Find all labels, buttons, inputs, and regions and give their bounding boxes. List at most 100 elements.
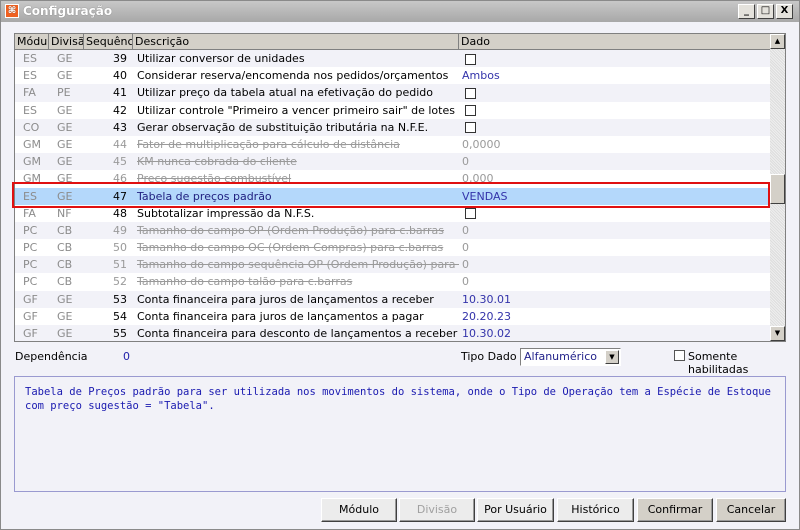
sequencia-cell: 54 bbox=[113, 309, 127, 323]
divisao-cell: GE bbox=[57, 137, 73, 151]
modulo-cell: FA bbox=[23, 206, 36, 220]
dado-cell[interactable] bbox=[459, 50, 771, 67]
table-row[interactable]: PC CB 52 Tamanho do campo talão para c.barr… bbox=[15, 273, 785, 290]
descricao-cell: Utilizar preço da tabela atual na efetiv… bbox=[137, 86, 433, 100]
dado-cell[interactable]: 0 bbox=[459, 273, 771, 290]
somente-habilitadas-checkbox[interactable] bbox=[674, 350, 685, 361]
dado-cell[interactable]: 10.30.02 bbox=[459, 325, 771, 341]
dado-cell[interactable] bbox=[459, 205, 771, 222]
dado-cell[interactable]: 0 bbox=[459, 256, 771, 273]
divisao-cell: CB bbox=[57, 275, 73, 289]
description-memo[interactable]: Tabela de Preços padrão para ser utiliza… bbox=[14, 376, 786, 492]
table-row[interactable]: ES GE 47 Tabela de preços padrão VENDAS bbox=[15, 187, 785, 205]
modulo-cell: ES bbox=[23, 69, 37, 83]
table-row[interactable]: GF GE 53 Conta financeira para juros de lan… bbox=[15, 290, 785, 308]
confirmar-button[interactable]: Confirmar bbox=[637, 498, 713, 522]
dado-cell[interactable]: 20.20.23 bbox=[459, 308, 771, 325]
dado-checkbox[interactable] bbox=[465, 105, 476, 117]
dado-cell[interactable] bbox=[459, 102, 771, 119]
dado-checkbox[interactable] bbox=[465, 87, 476, 99]
dado-checkbox[interactable] bbox=[465, 122, 476, 134]
cancelar-button[interactable]: Cancelar bbox=[716, 498, 786, 522]
descricao-cell: Tamanho do campo OC (Ordem Compras) para… bbox=[137, 241, 444, 255]
divisao-cell: GE bbox=[57, 52, 73, 65]
divisao-cell: GE bbox=[57, 69, 73, 83]
descricao-cell: Fator de multiplicação para cálculo de d… bbox=[137, 137, 400, 151]
sequencia-cell: 49 bbox=[113, 223, 127, 237]
close-button[interactable]: X bbox=[776, 4, 793, 19]
col-modulo[interactable]: Módulo bbox=[15, 34, 49, 49]
chevron-down-icon[interactable]: ▼ bbox=[605, 350, 619, 364]
table-row[interactable]: CO GE 43 Gerar observação de substituição t… bbox=[15, 118, 785, 136]
modulo-cell: GF bbox=[23, 292, 38, 306]
table-row[interactable]: PC CB 51 Tamanho do campo sequência OP (Ord… bbox=[15, 256, 785, 274]
sequencia-cell: 43 bbox=[113, 120, 127, 134]
dado-cell[interactable]: 0 bbox=[459, 153, 771, 170]
col-sequencia[interactable]: Sequência bbox=[84, 34, 133, 49]
modulo-button[interactable]: Módulo bbox=[321, 498, 397, 522]
modulo-cell: PC bbox=[23, 258, 38, 272]
table-row[interactable]: GF GE 54 Conta financeira para juros de lan… bbox=[15, 308, 785, 325]
minimize-button[interactable]: _ bbox=[738, 4, 755, 19]
divisao-cell: GE bbox=[57, 292, 73, 306]
modulo-cell: GM bbox=[23, 155, 42, 169]
modulo-cell: CO bbox=[23, 120, 40, 134]
modulo-cell: GM bbox=[23, 137, 42, 151]
divisao-button[interactable]: Divisão bbox=[399, 498, 475, 522]
dado-checkbox[interactable] bbox=[465, 208, 476, 220]
table-row[interactable]: GM GE 46 Preço sugestão combustível 0,000 bbox=[15, 170, 785, 187]
table-row[interactable]: FA PE 41 Utilizar preço da tabela atual na … bbox=[15, 84, 785, 102]
modulo-cell: ES bbox=[23, 189, 37, 203]
dado-checkbox[interactable] bbox=[465, 53, 476, 65]
dado-cell[interactable]: 0,0000 bbox=[459, 136, 771, 153]
sequencia-cell: 51 bbox=[113, 258, 127, 272]
tipo-dado-select[interactable]: Alfanumérico ▼ bbox=[520, 348, 621, 366]
por-usuario-button[interactable]: Por Usuário bbox=[477, 498, 554, 522]
window-title: Configuração bbox=[23, 4, 113, 18]
dependencia-value: 0 bbox=[123, 350, 130, 363]
configuracao-window: ⌘ Configuração _ □ X Módulo Divisão Sequ… bbox=[0, 0, 800, 530]
somente-habilitadas-label[interactable]: Somente habilitadas bbox=[688, 350, 799, 376]
vertical-scrollbar[interactable]: ▲ ▼ bbox=[770, 34, 785, 341]
table-row[interactable]: ES GE 42 Utilizar controle "Primeiro a venc… bbox=[15, 102, 785, 119]
table-row[interactable]: GF GE 55 Conta financeira para desconto de … bbox=[15, 325, 785, 341]
dado-cell[interactable]: 0 bbox=[459, 239, 771, 256]
sequencia-cell: 48 bbox=[113, 206, 127, 220]
dado-cell[interactable]: VENDAS bbox=[459, 188, 771, 205]
tipo-dado-value: Alfanumérico bbox=[524, 350, 597, 363]
dado-cell[interactable] bbox=[459, 119, 771, 136]
dado-cell[interactable]: 0 bbox=[459, 222, 771, 239]
table-row[interactable]: ES GE 39 Utilizar conversor de unidades bbox=[15, 50, 785, 68]
table-row[interactable]: GM GE 44 Fator de multiplicação para cálcul… bbox=[15, 136, 785, 153]
table-row[interactable]: FA NF 48 Subtotalizar impressão da N.F.S. bbox=[15, 205, 785, 222]
table-row[interactable]: PC CB 50 Tamanho do campo OC (Ordem Compras… bbox=[15, 239, 785, 256]
table-row[interactable]: ES GE 40 Considerar reserva/encomenda nos p… bbox=[15, 67, 785, 84]
descricao-cell: Conta financeira para juros de lançament… bbox=[137, 292, 434, 306]
app-icon: ⌘ bbox=[5, 4, 19, 18]
descricao-cell: Tamanho do campo OP (Ordem Produção) par… bbox=[137, 223, 445, 237]
modulo-cell: ES bbox=[23, 103, 37, 117]
historico-button[interactable]: Histórico bbox=[557, 498, 634, 522]
col-descricao[interactable]: Descrição bbox=[133, 34, 459, 49]
dado-cell[interactable]: 10.30.01 bbox=[459, 291, 771, 308]
modulo-cell: PC bbox=[23, 223, 38, 237]
col-dado[interactable]: Dado bbox=[459, 34, 771, 49]
modulo-cell: FA bbox=[23, 86, 36, 100]
table-row[interactable]: PC CB 49 Tamanho do campo OP (Ordem Produçã… bbox=[15, 221, 785, 240]
config-grid: Módulo Divisão Sequência Descrição Dado … bbox=[14, 33, 786, 342]
col-divisao[interactable]: Divisão bbox=[49, 34, 84, 49]
maximize-button[interactable]: □ bbox=[757, 4, 774, 19]
table-row[interactable]: GM GE 45 KM nunca cobrada do cliente 0 bbox=[15, 153, 785, 171]
dado-cell[interactable]: Ambos bbox=[459, 67, 771, 84]
dado-cell[interactable] bbox=[459, 84, 771, 101]
descricao-cell: Subtotalizar impressão da N.F.S. bbox=[137, 206, 315, 220]
scroll-down-button[interactable]: ▼ bbox=[770, 326, 785, 341]
scroll-thumb[interactable] bbox=[770, 174, 785, 204]
descricao-cell: Tamanho do campo talão para c.barras bbox=[137, 275, 353, 289]
scroll-up-button[interactable]: ▲ bbox=[770, 34, 785, 49]
divisao-cell: GE bbox=[57, 309, 73, 323]
descricao-cell: Tamanho do campo sequência OP (Ordem Pro… bbox=[137, 258, 459, 272]
divisao-cell: GE bbox=[57, 155, 73, 169]
dado-cell[interactable]: 0,000 bbox=[459, 170, 771, 187]
descricao-cell: Utilizar controle "Primeiro a vencer pri… bbox=[137, 103, 455, 117]
